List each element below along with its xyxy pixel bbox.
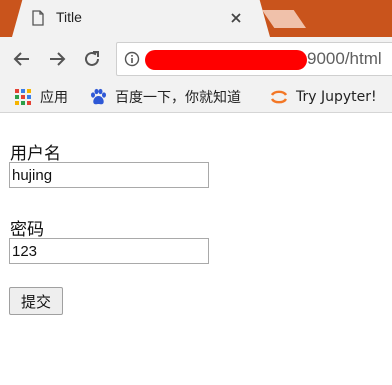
apps-grid-icon xyxy=(15,89,31,105)
info-icon[interactable] xyxy=(124,51,140,67)
new-tab-button[interactable] xyxy=(262,10,306,28)
submit-button[interactable]: 提交 xyxy=(9,287,63,315)
address-bar[interactable]: 9000/html xyxy=(116,42,392,76)
forward-arrow-icon[interactable] xyxy=(46,48,68,70)
password-label: 密码 xyxy=(10,220,44,240)
page-icon xyxy=(32,10,44,26)
bookmark-label: 百度一下，你就知道 xyxy=(115,90,241,106)
browser-toolbar: 9000/html xyxy=(0,37,392,81)
baidu-paw-icon xyxy=(91,88,106,105)
bookmarks-bar: 应用 百度一下，你就知道 Try Jupyter! xyxy=(0,81,392,113)
jupyter-icon xyxy=(270,90,288,104)
redaction-mark xyxy=(145,50,307,70)
password-input[interactable] xyxy=(9,238,209,264)
bookmark-label: 应用 xyxy=(40,90,68,106)
bookmark-apps[interactable]: 应用 xyxy=(14,87,68,107)
tab-title: Title xyxy=(56,9,82,25)
close-icon[interactable] xyxy=(229,11,243,25)
bookmark-baidu[interactable]: 百度一下，你就知道 xyxy=(89,87,241,107)
username-label: 用户名 xyxy=(10,144,61,164)
back-arrow-icon[interactable] xyxy=(11,48,33,70)
reload-icon[interactable] xyxy=(81,48,103,70)
username-input[interactable] xyxy=(9,162,209,188)
tab-strip: Title xyxy=(0,0,392,37)
bookmark-jupyter[interactable]: Try Jupyter! xyxy=(270,87,377,107)
url-text: 9000/html xyxy=(307,49,382,68)
bookmark-label: Try Jupyter! xyxy=(296,89,377,105)
